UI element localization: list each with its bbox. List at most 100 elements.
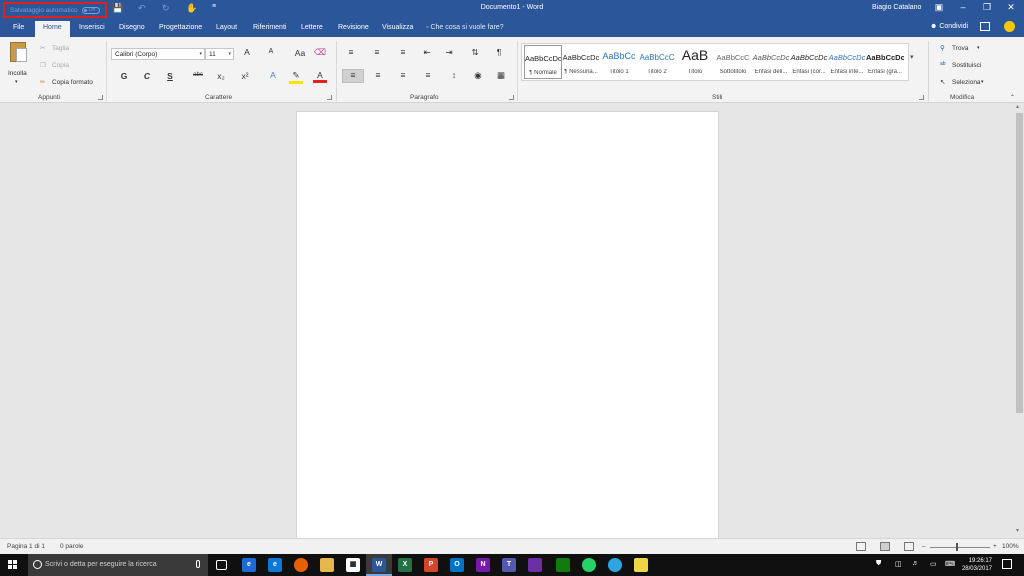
style-emphasis[interactable]: AaBbCcDc Enfasi (cor... xyxy=(790,45,828,79)
paste-button[interactable]: Incolla xyxy=(8,70,27,77)
print-layout-icon[interactable] xyxy=(880,542,890,551)
tab-layout[interactable]: Layout xyxy=(216,21,237,37)
font-size-field[interactable]: 11 ▾ xyxy=(205,48,234,60)
style-subtle-emphasis[interactable]: AaBbCcDc Enfasi deli... xyxy=(752,45,790,79)
action-center-icon[interactable] xyxy=(1002,559,1012,569)
excel-icon[interactable]: X xyxy=(398,558,412,572)
paste-dropdown-icon[interactable]: ▾ xyxy=(15,79,18,85)
taskbar-search-box[interactable]: Scrivi o detta per eseguire la ricerca xyxy=(28,554,208,576)
network-icon[interactable]: ◫ xyxy=(895,560,902,568)
word-icon[interactable]: W xyxy=(372,558,386,572)
page-count[interactable]: Pagina 1 di 1 xyxy=(7,543,45,550)
bullets-icon[interactable]: ≡ xyxy=(344,47,358,57)
ribbon-display-icon[interactable]: ▣ xyxy=(932,2,946,13)
font-launcher-icon[interactable] xyxy=(327,95,332,100)
change-case-button[interactable]: Aa xyxy=(291,48,309,58)
bold-button[interactable]: G xyxy=(117,71,131,81)
paragraph-launcher-icon[interactable] xyxy=(509,95,514,100)
comment-icon[interactable] xyxy=(980,22,990,31)
font-name-field[interactable]: Calibri (Corpo) ▾ xyxy=(111,48,205,60)
clipboard-launcher-icon[interactable] xyxy=(98,95,103,100)
task-view-icon[interactable] xyxy=(216,560,227,570)
sort-icon[interactable]: ⇅ xyxy=(468,47,482,58)
tab-lettere[interactable]: Lettere xyxy=(301,21,323,37)
strikethrough-button[interactable]: abc xyxy=(190,72,206,78)
style-subtitle[interactable]: AaBbCcC Sottotitolo xyxy=(714,45,752,79)
restore-icon[interactable]: ❐ xyxy=(980,2,994,13)
decrease-indent-icon[interactable]: ⇤ xyxy=(420,47,434,58)
highlight-color-icon[interactable]: ✎ xyxy=(289,70,303,84)
zoom-out-icon[interactable]: – xyxy=(922,543,926,550)
keyboard-icon[interactable]: ⌨ xyxy=(945,560,955,568)
xbox-icon[interactable] xyxy=(556,558,570,572)
chevron-down-icon[interactable]: ▾ xyxy=(981,79,984,85)
word-count[interactable]: 0 parole xyxy=(60,543,84,550)
find-button[interactable]: Trova xyxy=(952,45,968,52)
powerpoint-icon[interactable]: P xyxy=(424,558,438,572)
tab-file[interactable]: File xyxy=(13,21,24,37)
feedback-smile-icon[interactable] xyxy=(1004,21,1015,32)
volume-icon[interactable]: ♬ xyxy=(912,560,919,567)
select-button[interactable]: Seleziona xyxy=(952,79,981,86)
tab-inserisci[interactable]: Inserisci xyxy=(79,21,105,37)
tab-revisione[interactable]: Revisione xyxy=(338,21,369,37)
font-color-icon[interactable]: A xyxy=(313,70,327,83)
style-title[interactable]: AaB Titolo xyxy=(676,45,714,79)
superscript-button[interactable]: x² xyxy=(238,71,252,81)
user-name[interactable]: Biagio Catalano xyxy=(872,4,921,11)
outlook-icon[interactable]: O xyxy=(450,558,464,572)
text-effects-icon[interactable]: A xyxy=(266,70,280,80)
line-spacing-icon[interactable]: ↕ xyxy=(447,70,461,80)
system-clock[interactable]: 19:26:17 28/03/2017 xyxy=(958,557,992,573)
scroll-up-icon[interactable]: ▴ xyxy=(1016,103,1019,110)
increase-indent-icon[interactable]: ⇥ xyxy=(442,47,456,58)
minimize-icon[interactable]: – xyxy=(956,2,970,12)
scroll-down-icon[interactable]: ▾ xyxy=(1016,527,1019,534)
style-no-spacing[interactable]: AaBbCcDc ¶ Nessuna... xyxy=(562,45,600,79)
chevron-down-icon[interactable]: ▾ xyxy=(977,45,980,51)
shrink-font-button[interactable]: A xyxy=(264,48,278,55)
justify-icon[interactable]: ≡ xyxy=(421,70,435,80)
zoom-in-icon[interactable]: + xyxy=(993,543,997,550)
zoom-slider-thumb[interactable] xyxy=(956,543,958,551)
styles-launcher-icon[interactable] xyxy=(919,95,924,100)
copy-button[interactable]: Copia xyxy=(52,62,69,69)
tell-me-box[interactable]: ◦ Che cosa si vuole fare? xyxy=(426,24,504,31)
vertical-scrollbar[interactable]: ▴ ▾ xyxy=(1015,103,1024,536)
firefox-icon[interactable] xyxy=(294,558,308,572)
ie-icon[interactable]: e xyxy=(242,558,256,572)
tab-disegno[interactable]: Disegno xyxy=(119,21,145,37)
tab-visualizza[interactable]: Visualizza xyxy=(382,21,413,37)
align-right-icon[interactable]: ≡ xyxy=(396,70,410,80)
defender-icon[interactable]: ⛊ xyxy=(876,560,881,568)
app-icon[interactable] xyxy=(528,558,542,572)
style-normal[interactable]: AaBbCcDc ¶ Normale xyxy=(524,45,562,79)
underline-button[interactable]: S xyxy=(163,71,177,81)
onenote-icon[interactable]: N xyxy=(476,558,490,572)
grow-font-button[interactable]: A xyxy=(240,47,254,57)
pilcrow-icon[interactable]: ¶ xyxy=(492,47,506,57)
collapse-ribbon-icon[interactable]: ⌃ xyxy=(1010,94,1015,101)
align-center-icon[interactable]: ≡ xyxy=(371,70,385,80)
style-heading-1[interactable]: AaBbCc Titolo 1 xyxy=(600,45,638,79)
multilevel-list-icon[interactable]: ≡ xyxy=(396,47,410,57)
telegram-icon[interactable] xyxy=(608,558,622,572)
format-painter-button[interactable]: Copia formato xyxy=(52,79,93,86)
style-strong[interactable]: AaBbCcDc Enfasi (gra... xyxy=(866,45,904,79)
italic-button[interactable]: C xyxy=(140,71,154,81)
share-button[interactable]: ☻ Condividi xyxy=(930,23,968,30)
paste-icon[interactable] xyxy=(10,42,27,62)
zoom-slider[interactable] xyxy=(930,547,990,548)
tab-riferimenti[interactable]: Riferimenti xyxy=(253,21,286,37)
zoom-level[interactable]: 100% xyxy=(1002,543,1019,550)
shading-icon[interactable]: ◉ xyxy=(471,70,485,81)
teams-icon[interactable]: T xyxy=(502,558,516,572)
windows-start-icon[interactable] xyxy=(8,560,18,570)
scrollbar-thumb[interactable] xyxy=(1016,113,1023,413)
tab-home[interactable]: Home xyxy=(35,21,70,37)
tab-progettazione[interactable]: Progettazione xyxy=(159,21,202,37)
borders-icon[interactable]: ▦ xyxy=(494,70,508,81)
style-heading-2[interactable]: AaBbCcC Titolo 2 xyxy=(638,45,676,79)
replace-button[interactable]: Sostituisci xyxy=(952,62,981,69)
subscript-button[interactable]: x₂ xyxy=(214,71,228,81)
